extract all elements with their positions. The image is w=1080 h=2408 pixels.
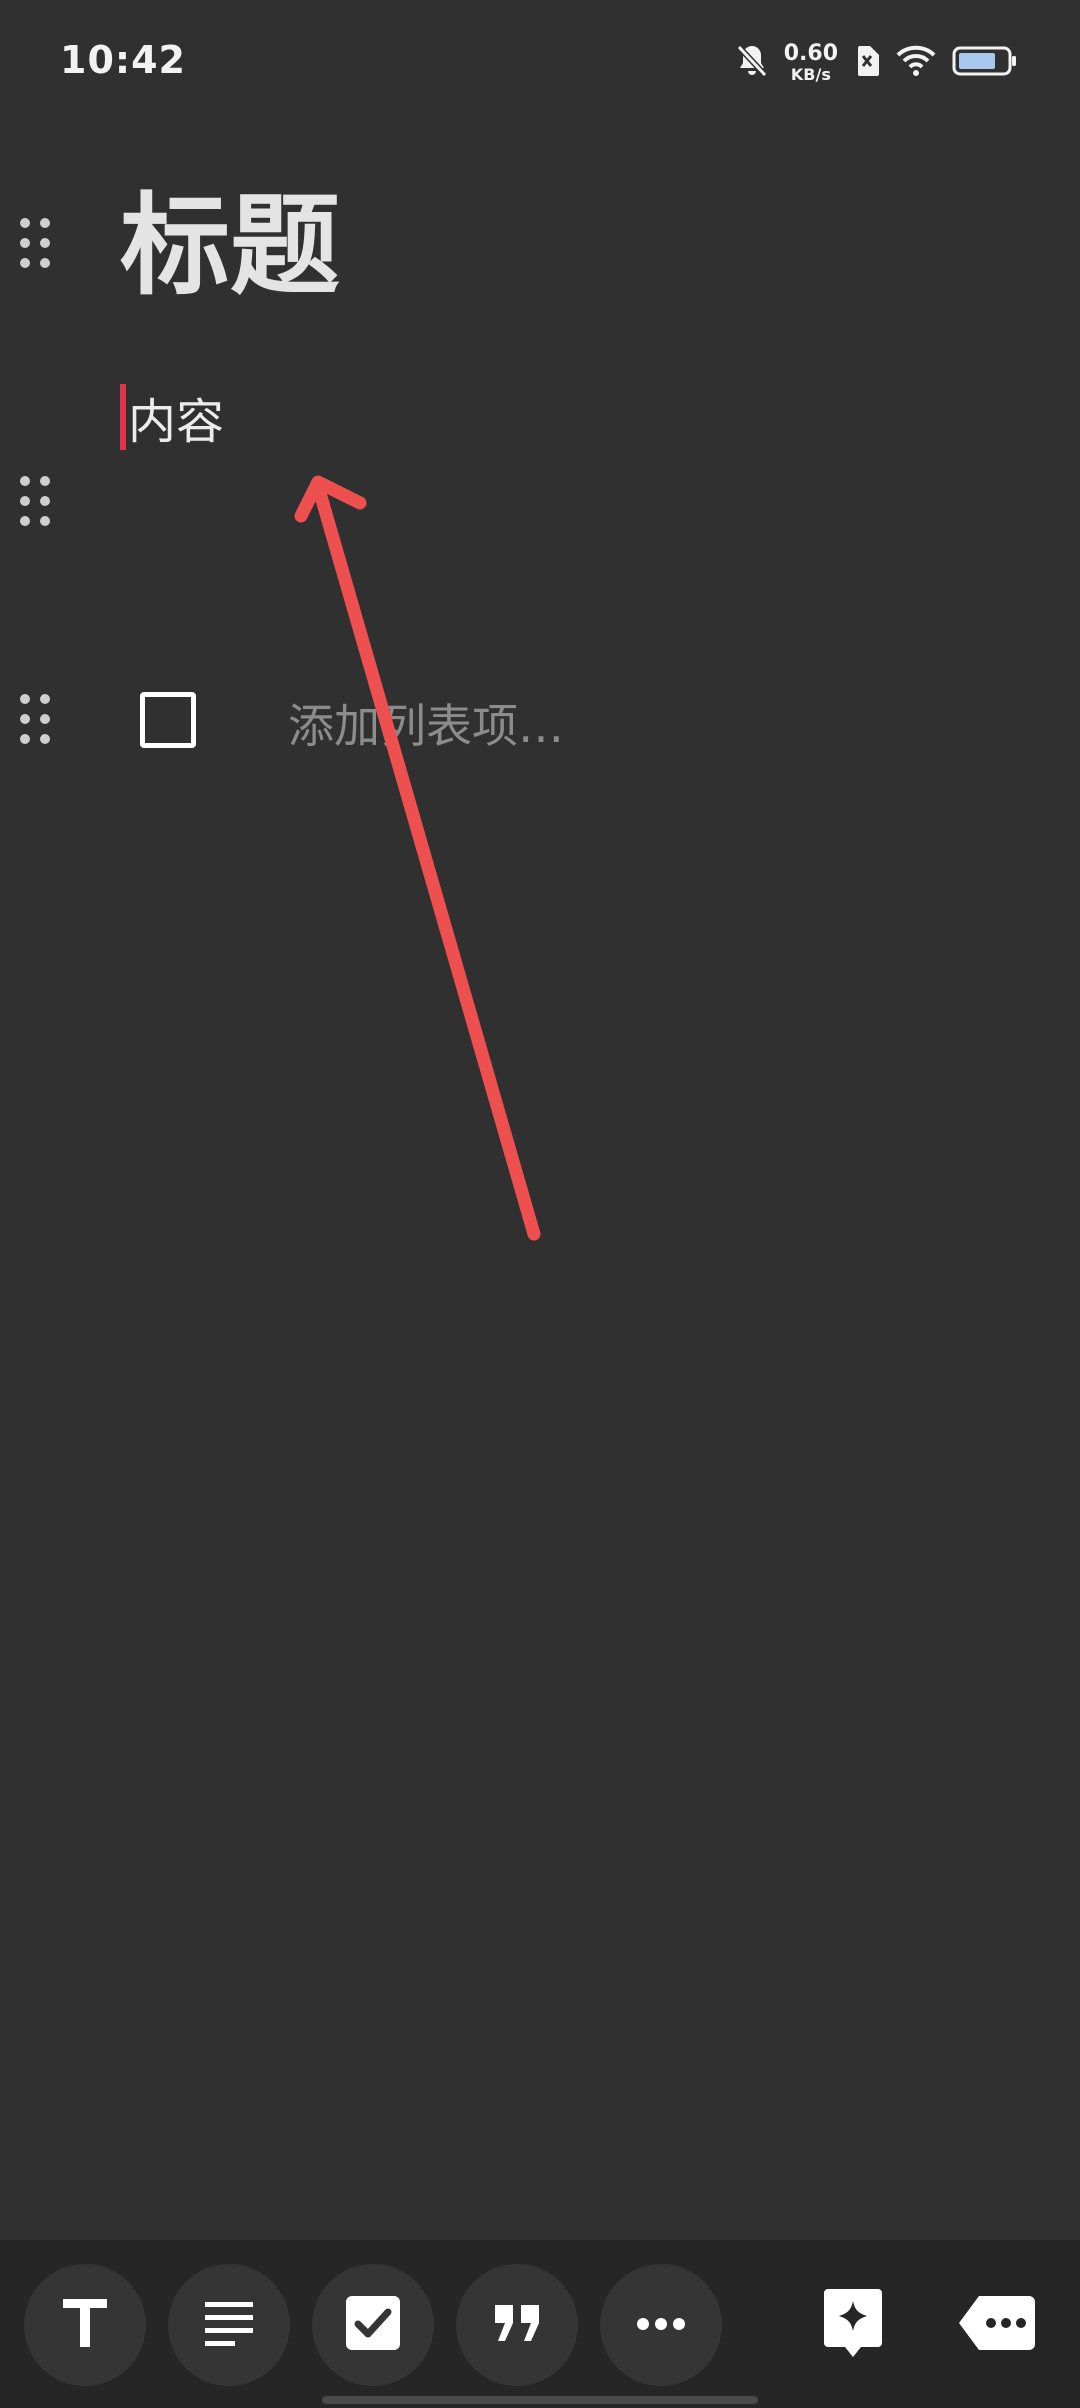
paragraph-button[interactable] <box>168 2264 290 2386</box>
checkbox-icon <box>346 2296 400 2354</box>
text-cursor <box>120 384 126 450</box>
note-editor-screen: 10:42 0.60 KB/s 标题 内容 添加列表项… <box>0 0 1080 2408</box>
checklist-drag-handle[interactable] <box>18 692 54 746</box>
battery-icon <box>952 45 1018 81</box>
home-indicator[interactable] <box>322 2396 758 2404</box>
ai-sparkle-icon <box>824 2289 882 2361</box>
sim-off-icon <box>854 45 880 81</box>
status-icons: 0.60 KB/s <box>736 40 1018 86</box>
note-content-field[interactable]: 内容 <box>120 384 224 450</box>
hide-keyboard-button[interactable] <box>936 2264 1058 2386</box>
checklist-checkbox[interactable] <box>140 692 196 748</box>
content-drag-handle[interactable] <box>18 474 54 528</box>
quote-button[interactable] <box>456 2264 578 2386</box>
text-format-button[interactable] <box>24 2264 146 2386</box>
net-speed: 0.60 KB/s <box>784 43 838 83</box>
more-icon <box>636 2316 686 2335</box>
ai-assist-button[interactable] <box>792 2264 914 2386</box>
net-speed-unit: KB/s <box>790 65 831 84</box>
note-content-text: 内容 <box>128 394 225 450</box>
wifi-icon <box>896 45 936 81</box>
checklist-button[interactable] <box>312 2264 434 2386</box>
mute-bell-icon <box>736 43 768 83</box>
note-title[interactable]: 标题 <box>120 186 340 307</box>
keyboard-backspace-icon <box>959 2296 1035 2354</box>
text-format-icon <box>60 2296 110 2354</box>
checklist-item-input[interactable]: 添加列表项… <box>288 690 564 756</box>
status-time: 10:42 <box>60 38 186 82</box>
title-drag-handle[interactable] <box>18 216 54 270</box>
bottom-toolbar <box>0 2240 1080 2408</box>
paragraph-icon <box>203 2299 255 2351</box>
status-bar: 10:42 0.60 KB/s <box>0 0 1080 128</box>
quote-icon <box>493 2303 541 2347</box>
net-speed-value: 0.60 <box>783 41 838 66</box>
more-button[interactable] <box>600 2264 722 2386</box>
